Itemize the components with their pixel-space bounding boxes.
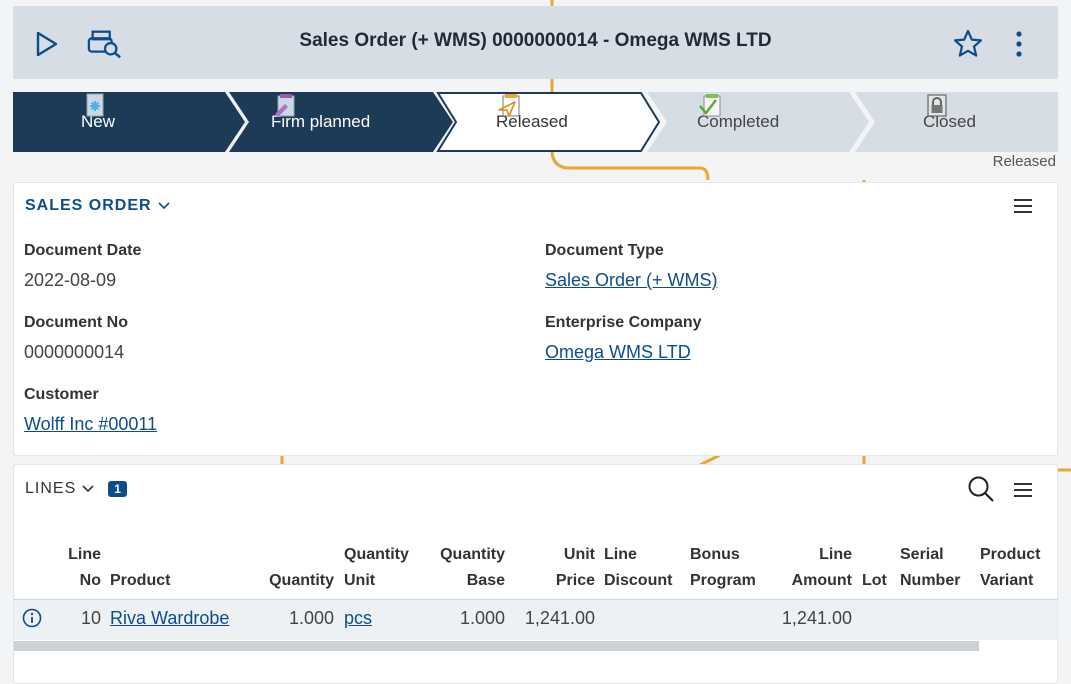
- snowflake-doc-icon: [86, 93, 104, 117]
- pin-doc-icon: [275, 94, 295, 117]
- document-search-icon: [87, 30, 121, 59]
- cell-quantity: 1.000: [288, 608, 334, 628]
- column-header-unit-price[interactable]: Unit Price: [534, 542, 595, 594]
- document-no-label: Document No: [24, 314, 128, 331]
- document-type-link[interactable]: Sales Order (+ WMS): [545, 270, 718, 291]
- column-header-quantity-unit[interactable]: Quantity Unit: [344, 542, 409, 594]
- cell-quantity-base: 1.000: [459, 608, 505, 628]
- column-header-serial-number[interactable]: Serial Number: [900, 542, 960, 594]
- cell-line-amount: 1,241.00: [781, 608, 852, 628]
- document-date-value: 2022-08-09: [24, 270, 117, 290]
- cell-line-no: 10: [80, 608, 101, 628]
- chevron-down-icon: [82, 485, 94, 493]
- favorite-button[interactable]: [950, 26, 986, 62]
- step-firm-planned[interactable]: Firm planned: [271, 92, 370, 152]
- search-icon[interactable]: [967, 475, 995, 503]
- cell-product-link[interactable]: Riva Wardrobe: [110, 608, 229, 629]
- customer-link[interactable]: Wolff Inc #00011: [24, 414, 157, 435]
- column-header-quantity-base[interactable]: Quantity Base: [419, 542, 505, 594]
- enterprise-company-link[interactable]: Omega WMS LTD: [545, 342, 691, 363]
- step-completed[interactable]: Completed: [697, 92, 779, 152]
- sales-order-card: SALES ORDER Document Date 2022-08-09 Doc…: [13, 182, 1058, 456]
- lines-count-badge: 1: [108, 481, 127, 497]
- star-icon: [953, 29, 983, 57]
- document-no-value: 0000000014: [24, 342, 125, 362]
- chevron-down-icon: [158, 202, 170, 210]
- column-header-bonus-program[interactable]: Bonus Program: [690, 542, 756, 594]
- hamburger-menu-icon[interactable]: [1013, 197, 1033, 215]
- more-button[interactable]: [1001, 26, 1037, 62]
- column-header-line-discount[interactable]: Line Discount: [604, 542, 672, 594]
- page-title: Sales Order (+ WMS) 0000000014 - Omega W…: [299, 30, 772, 51]
- step-closed[interactable]: Closed: [923, 92, 976, 152]
- checkmark-doc-icon: [699, 94, 721, 117]
- status-text: Released: [992, 153, 1056, 170]
- status-stepper: New Firm planned Released Completed Clos…: [13, 92, 1058, 152]
- column-header-line-amount[interactable]: Line Amount: [774, 542, 852, 594]
- cell-quantity-unit-link[interactable]: pcs: [344, 608, 372, 629]
- sales-order-section-toggle[interactable]: SALES ORDER: [25, 197, 170, 215]
- lock-doc-icon: [927, 94, 947, 117]
- column-header-line-no[interactable]: Line No: [54, 542, 101, 594]
- page-header: Sales Order (+ WMS) 0000000014 - Omega W…: [13, 6, 1058, 79]
- horizontal-scrollbar[interactable]: [14, 641, 979, 651]
- more-vertical-icon: [1016, 31, 1022, 57]
- column-header-lot[interactable]: Lot: [862, 542, 887, 594]
- hamburger-menu-icon[interactable]: [1013, 481, 1033, 499]
- paper-plane-doc-icon: [498, 94, 520, 117]
- lines-card: LINES 1 Line No Product Quantity Quantity…: [13, 464, 1058, 684]
- lookup-button[interactable]: [87, 26, 123, 62]
- lines-title: LINES: [25, 480, 77, 497]
- play-icon: [36, 31, 58, 57]
- run-button[interactable]: [29, 26, 65, 62]
- info-icon[interactable]: [22, 608, 42, 628]
- step-new-shape: [13, 92, 245, 152]
- customer-label: Customer: [24, 386, 99, 403]
- column-header-product[interactable]: Product: [110, 542, 170, 594]
- enterprise-company-label: Enterprise Company: [545, 314, 702, 331]
- column-header-product-variant[interactable]: Product Variant: [980, 542, 1040, 594]
- document-date-label: Document Date: [24, 242, 142, 259]
- step-released[interactable]: Released: [496, 92, 568, 152]
- sales-order-title: SALES ORDER: [25, 197, 152, 214]
- table-row[interactable]: 10 Riva Wardrobe 1.000 pcs 1.000 1,241.0…: [14, 599, 1057, 640]
- document-type-label: Document Type: [545, 242, 664, 259]
- lines-section-toggle[interactable]: LINES 1: [25, 480, 127, 498]
- cell-unit-price: 1,241.00: [524, 608, 595, 628]
- column-header-quantity[interactable]: Quantity: [244, 542, 334, 594]
- step-new[interactable]: New: [81, 92, 115, 152]
